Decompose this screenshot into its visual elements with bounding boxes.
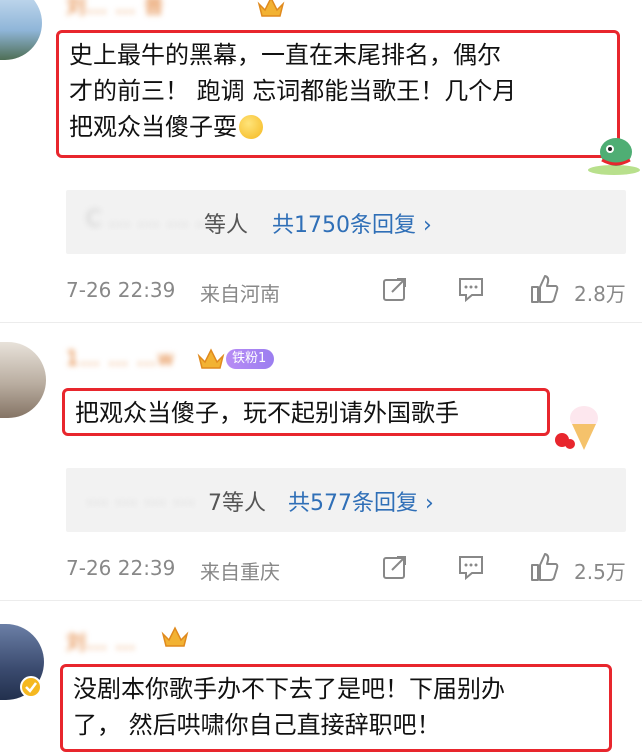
- crown-icon: [197, 348, 225, 369]
- content-line: 把观众当傻子耍: [69, 109, 607, 145]
- avatar[interactable]: [0, 342, 46, 418]
- username[interactable]: 刘… … 普: [66, 0, 165, 19]
- location: 来自重庆: [200, 560, 280, 584]
- avatar[interactable]: [0, 0, 42, 60]
- like-count: 2.5万: [574, 560, 626, 584]
- comment-icon[interactable]: [458, 554, 484, 580]
- crown-icon: [161, 626, 189, 647]
- share-icon[interactable]: [382, 276, 408, 302]
- location: 来自河南: [200, 282, 280, 306]
- fan-badge: 铁粉1: [226, 349, 275, 369]
- reply-suffix: 7等人: [208, 491, 266, 516]
- username[interactable]: 1… … …w: [66, 346, 175, 370]
- reply-count-link[interactable]: 共1750条回复 ›: [272, 207, 432, 239]
- content-line: 没剧本你歌手办不下去了是吧！下届别办: [73, 675, 505, 703]
- verified-badge-icon: [20, 676, 42, 698]
- reply-preview[interactable]: C … … … … 等人 共1750条回复 ›: [66, 190, 626, 254]
- like-icon[interactable]: [530, 274, 560, 304]
- timestamp: 7-26 22:39: [66, 556, 176, 580]
- content-line: 了， 然后哄啸你自己直接辞职吧！: [73, 711, 441, 739]
- divider: [0, 322, 642, 323]
- comment-icon[interactable]: [458, 276, 484, 302]
- content-line: 才的前三！ 跑调 忘词都能当歌王！几个月: [69, 77, 517, 105]
- username[interactable]: 刘… …: [66, 626, 136, 655]
- smile-emoji-icon: [239, 115, 263, 139]
- share-icon[interactable]: [382, 554, 408, 580]
- timestamp: 7-26 22:39: [66, 278, 176, 302]
- like-count: 2.8万: [574, 282, 626, 306]
- dinosaur-sticker-icon: [588, 138, 640, 175]
- comment-content-highlight: 史上最牛的黑幕，一直在末尾排名，偶尔 才的前三！ 跑调 忘词都能当歌王！几个月 …: [56, 30, 620, 158]
- content-line: 史上最牛的黑幕，一直在末尾排名，偶尔: [69, 41, 501, 69]
- like-icon[interactable]: [530, 552, 560, 582]
- reply-usernames: C … … … …: [86, 207, 218, 232]
- content-line: 把观众当傻子，玩不起别请外国歌手: [75, 399, 459, 427]
- crown-icon: [257, 0, 285, 17]
- comment-content-highlight: 没剧本你歌手办不下去了是吧！下届别办 了， 然后哄啸你自己直接辞职吧！: [60, 664, 612, 752]
- comment-content-highlight: 把观众当傻子，玩不起别请外国歌手: [62, 388, 550, 436]
- ice-cream-sticker-icon: [555, 406, 598, 450]
- reply-usernames: … … … …: [86, 485, 195, 510]
- reply-suffix: 等人: [204, 213, 249, 238]
- divider: [0, 600, 642, 601]
- reply-count-link[interactable]: 共577条回复 ›: [288, 485, 434, 517]
- reply-preview[interactable]: … … … … 7等人 共577条回复 ›: [66, 468, 626, 532]
